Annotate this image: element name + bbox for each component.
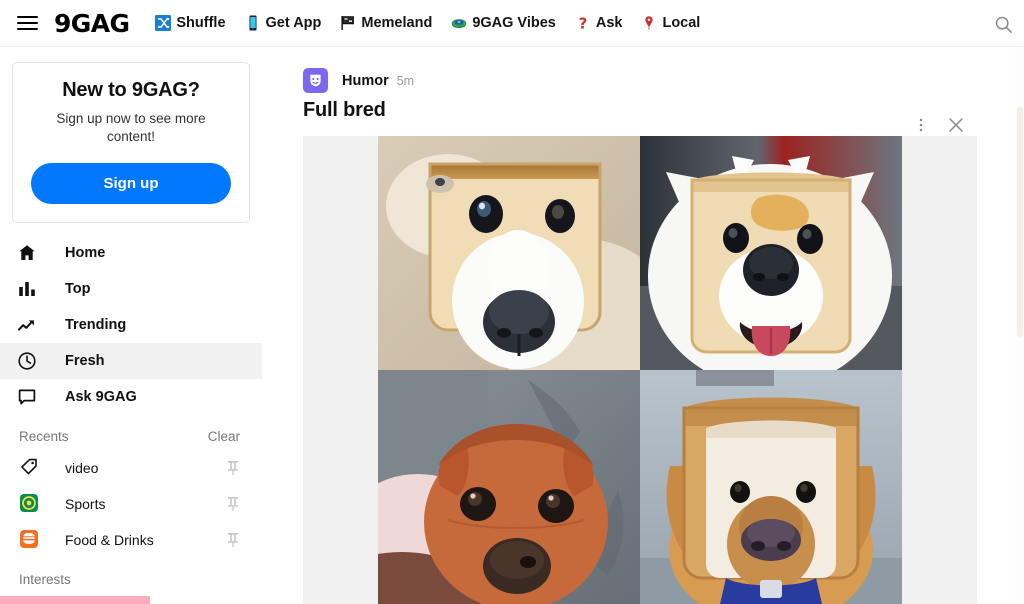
recent-item-sports[interactable]: Sports <box>0 486 262 522</box>
nav-label: 9GAG Vibes <box>472 15 556 31</box>
pin-icon[interactable] <box>226 460 240 476</box>
vertical-scrollbar-thumb[interactable] <box>1017 107 1023 337</box>
close-icon[interactable] <box>944 113 968 137</box>
recent-item-label: Food & Drinks <box>65 532 154 549</box>
nav-item-get-app[interactable]: Get App <box>245 15 322 31</box>
main-navigation: Shuffle Get App Memeland 9GAG Vibes ? As… <box>155 15 700 31</box>
recent-item-label: video <box>65 460 99 477</box>
signup-card-subtitle: Sign up now to see more content! <box>56 111 206 145</box>
sidebar-item-label: Home <box>65 245 106 262</box>
location-pin-icon <box>645 16 654 30</box>
post-main-area: Humor 5m Full bred <box>262 47 1015 604</box>
sign-up-button[interactable]: Sign up <box>31 163 231 205</box>
nav-item-ask[interactable]: ? Ask <box>575 15 623 31</box>
post-media[interactable] <box>303 136 977 604</box>
sidebar-item-ask-9gag[interactable]: Ask 9GAG <box>0 379 262 415</box>
collage-panel-top-right <box>640 136 902 370</box>
pin-icon[interactable] <box>226 496 240 512</box>
recent-item-video[interactable]: video <box>0 450 262 486</box>
recent-item-food-and-drinks[interactable]: Food & Drinks <box>0 522 262 558</box>
left-sidebar: New to 9GAG? Sign up now to see more con… <box>0 47 262 604</box>
collage-panel-bottom-right <box>640 370 902 604</box>
post-section-name[interactable]: Humor <box>342 73 389 89</box>
nav-label: Get App <box>265 15 322 31</box>
home-icon <box>17 242 39 264</box>
theater-mask-icon[interactable] <box>303 68 328 93</box>
nav-label: Ask <box>595 15 623 31</box>
sidebar-item-trending[interactable]: Trending <box>0 307 262 343</box>
nav-label: Local <box>662 15 701 31</box>
top-header: 9GAG Shuffle Get App Memeland 9GAG Vibes… <box>0 0 1024 47</box>
nav-item-local[interactable]: Local <box>641 15 700 31</box>
signup-card-title: New to 9GAG? <box>62 79 200 101</box>
interests-title: Interests <box>19 572 71 588</box>
collage-panel-top-left <box>378 136 640 370</box>
post-timestamp: 5m <box>396 73 415 88</box>
recent-item-label: Sports <box>65 496 106 513</box>
nav-label: Memeland <box>361 15 433 31</box>
vertical-scrollbar[interactable] <box>1015 47 1024 604</box>
dog-bread-collage <box>378 136 902 604</box>
hamburger-icon[interactable] <box>7 0 47 47</box>
signup-card: New to 9GAG? Sign up now to see more con… <box>12 62 250 224</box>
comment-icon <box>17 386 39 408</box>
nav-item-shuffle[interactable]: Shuffle <box>155 15 226 31</box>
sidebar-item-label: Ask 9GAG <box>65 389 137 406</box>
tag-icon <box>19 457 41 479</box>
flag-icon <box>341 16 355 30</box>
nav-label: Shuffle <box>176 15 226 31</box>
bar-chart-icon <box>17 278 39 300</box>
sports-icon <box>19 493 41 515</box>
clear-recents-button[interactable]: Clear <box>208 429 240 444</box>
horizontal-scrollbar-thumb[interactable] <box>0 596 150 604</box>
mobile-phone-icon <box>249 15 257 31</box>
site-logo[interactable]: 9GAG <box>54 9 130 38</box>
sidebar-item-home[interactable]: Home <box>0 235 262 271</box>
post-actions <box>909 113 968 137</box>
trending-up-icon <box>17 314 39 336</box>
horizontal-scrollbar[interactable] <box>0 596 1024 604</box>
collage-panel-bottom-left <box>378 370 640 604</box>
recents-title: Recents <box>19 429 69 445</box>
shuffle-icon <box>155 15 172 31</box>
sidebar-item-label: Top <box>65 281 91 298</box>
recents-list: video Sports Food & Drinks <box>0 450 262 558</box>
nav-item-memeland[interactable]: Memeland <box>340 15 432 31</box>
recents-header: Recents Clear <box>0 415 262 450</box>
sidebar-item-label: Fresh <box>65 353 105 370</box>
post-header: Humor 5m <box>262 47 1015 95</box>
more-vertical-icon[interactable] <box>909 113 933 137</box>
nav-item-9gag-vibes[interactable]: 9GAG Vibes <box>451 15 556 31</box>
search-icon[interactable] <box>988 9 1018 39</box>
sidebar-item-label: Trending <box>65 317 127 334</box>
pin-icon[interactable] <box>226 532 240 548</box>
search-glyph <box>995 16 1012 33</box>
sidebar-item-fresh[interactable]: Fresh <box>0 343 262 380</box>
vibes-disc-icon <box>452 19 467 28</box>
svg-text:?: ? <box>579 15 588 31</box>
sidebar-item-top[interactable]: Top <box>0 271 262 307</box>
post-title: Full bred <box>303 99 386 121</box>
food-icon <box>19 529 41 551</box>
sidebar-nav-list: Home Top Trending Fresh Ask 9GAG <box>0 235 262 415</box>
question-mark-icon: ? <box>579 15 588 31</box>
clock-icon <box>17 350 39 372</box>
